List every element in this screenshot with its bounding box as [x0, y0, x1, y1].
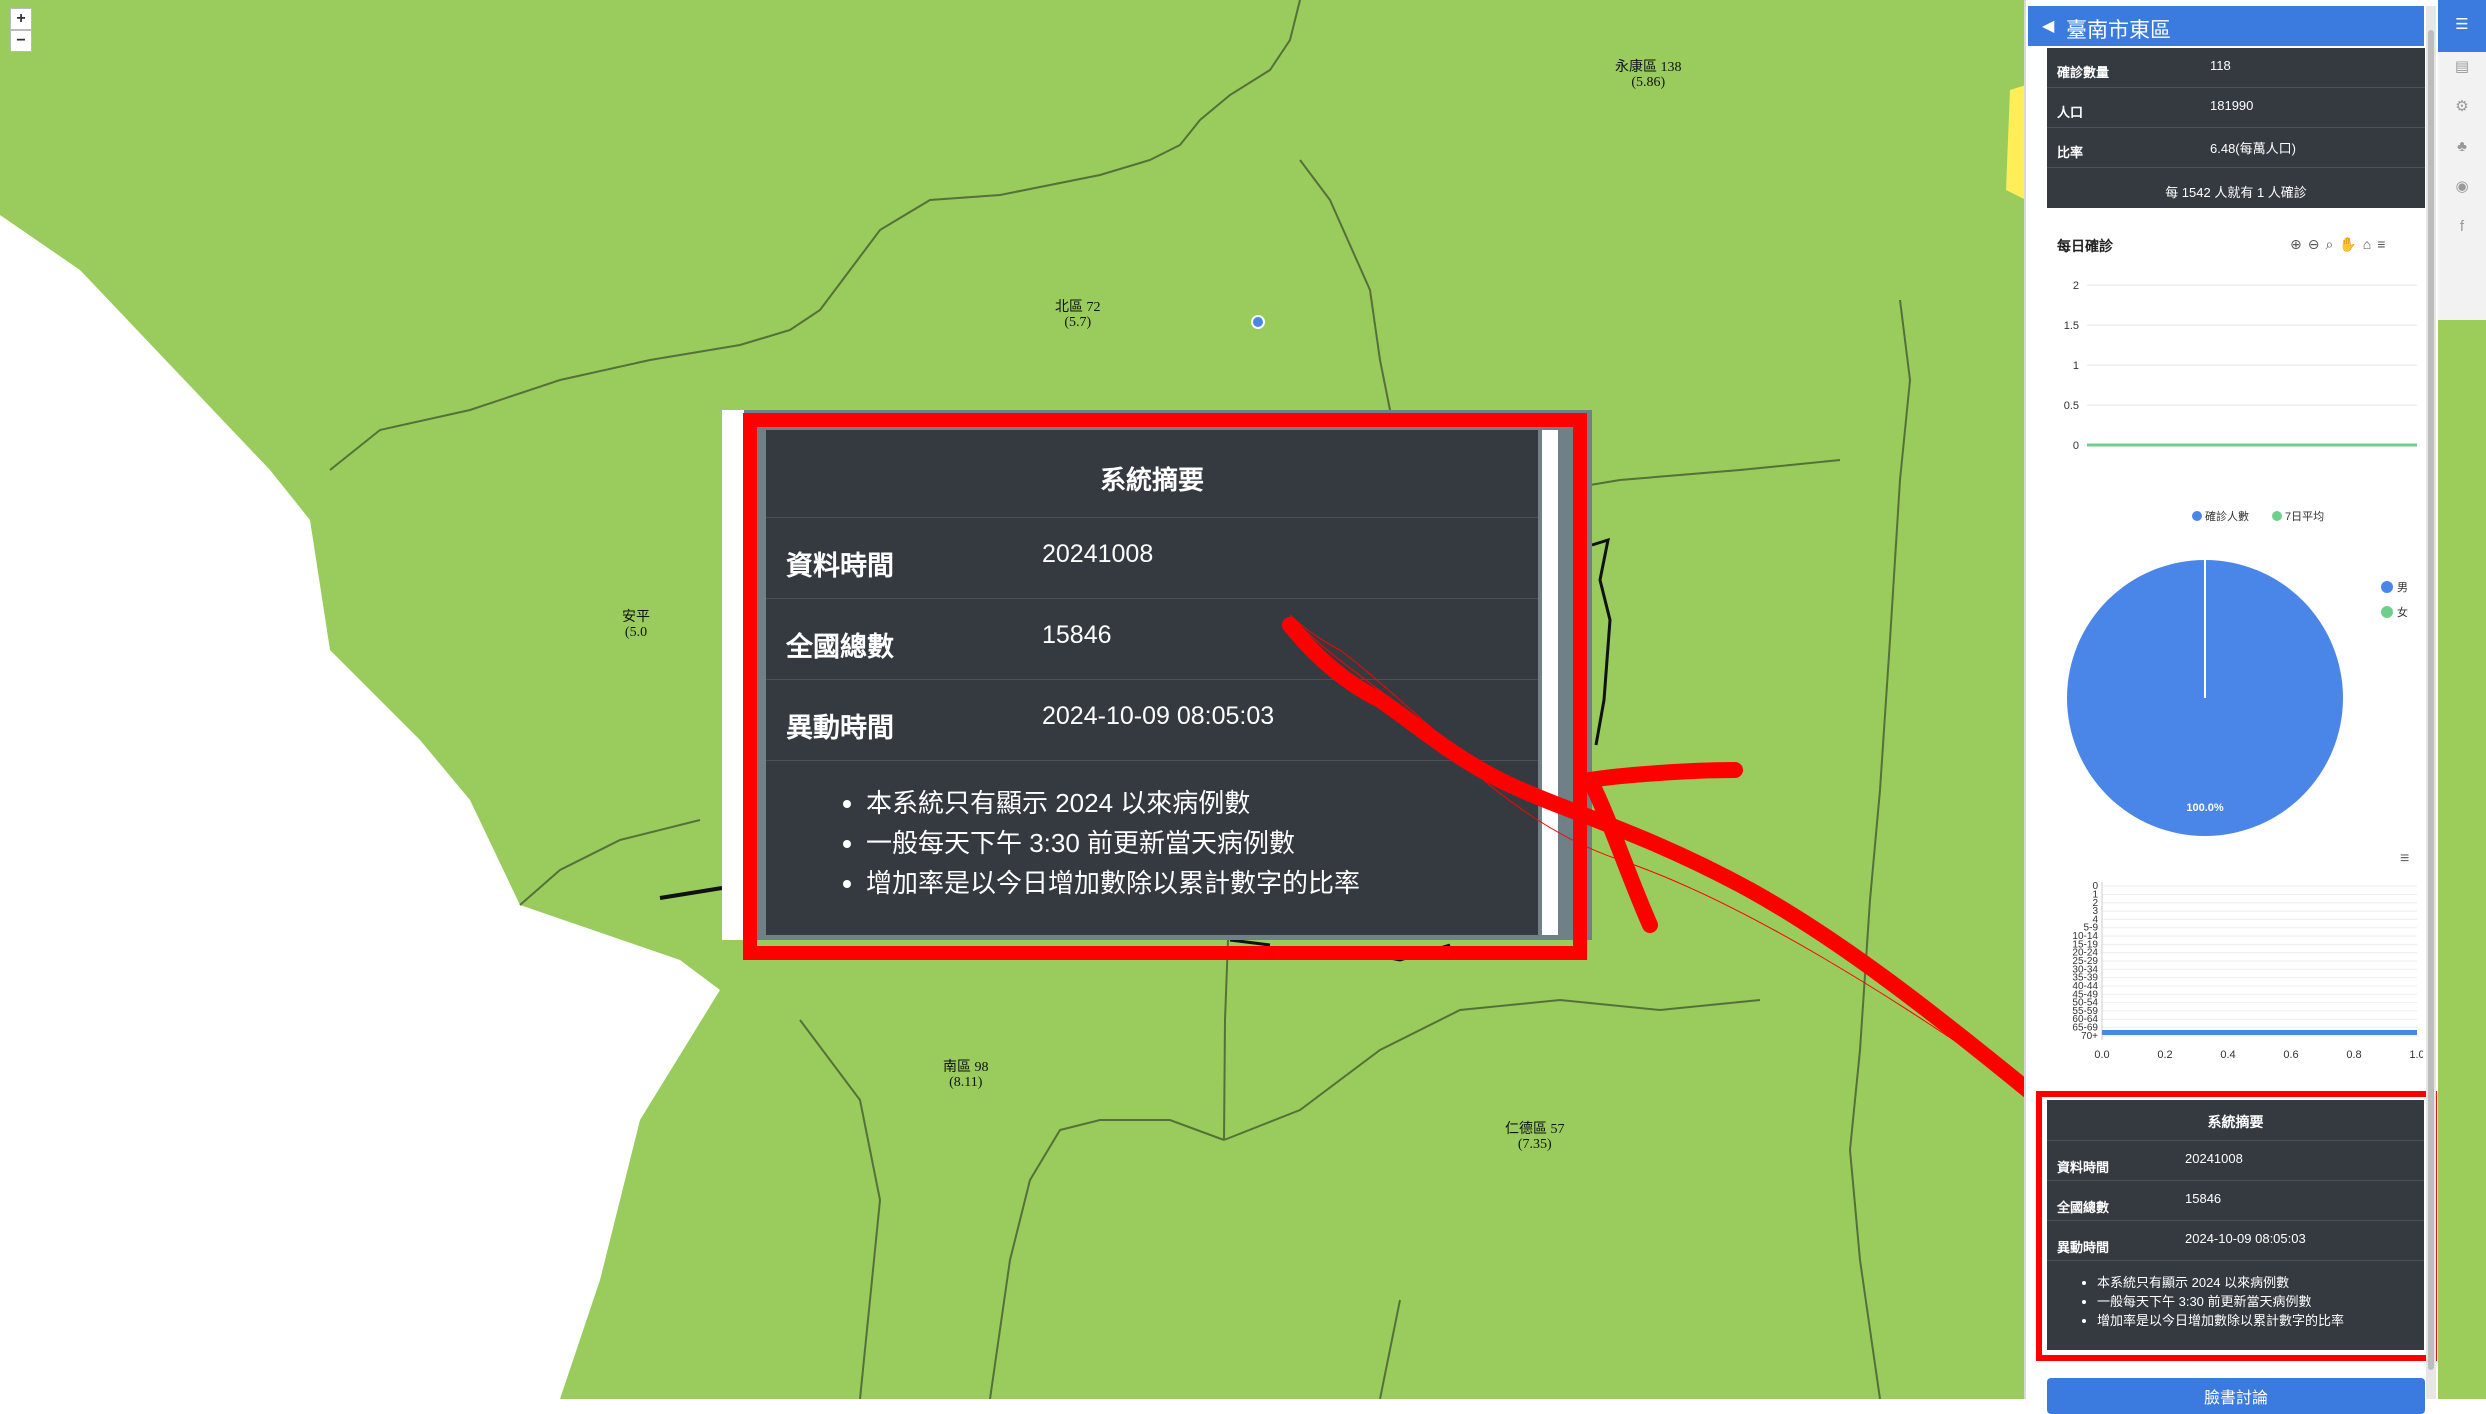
zoom-in-button[interactable]: +: [10, 8, 32, 30]
y-tick-label: 1: [2073, 360, 2079, 372]
y-tick-label: 0.5: [2064, 400, 2079, 412]
x-tick-label: 0.4: [2220, 1049, 2235, 1061]
menu-icon[interactable]: ☰: [2451, 14, 2473, 36]
age-chart-menu-icon[interactable]: ≡: [2400, 850, 2409, 868]
district-stats-table: 確診數量 118 人口 181990 比率 6.48(每萬人口) 每 1542 …: [2047, 48, 2425, 208]
zoom-in-icon[interactable]: ⊕: [2290, 236, 2308, 252]
magnify-icon[interactable]: ⌕: [2325, 236, 2339, 252]
facebook-discussion-button[interactable]: 臉書討論: [2047, 1378, 2425, 1414]
github-icon[interactable]: ◉: [2451, 176, 2473, 198]
facebook-icon[interactable]: f: [2451, 216, 2473, 238]
sidebar-scroll-thumb[interactable]: [2428, 30, 2434, 1370]
location-marker[interactable]: [1251, 315, 1265, 329]
highlight-frame-large: [743, 413, 1587, 960]
x-tick-label: 0.6: [2283, 1049, 2298, 1061]
callout-edge: [722, 410, 744, 940]
legend-label: 男: [2397, 582, 2408, 594]
gear-icon[interactable]: ⚙: [2451, 96, 2473, 118]
y-tick-label: 2: [2073, 280, 2079, 292]
legend-label: 女: [2397, 605, 2408, 619]
pan-icon[interactable]: ✋: [2339, 236, 2362, 252]
stats-value: 181990: [2210, 98, 2254, 113]
x-tick-label: 1.0: [2409, 1049, 2423, 1061]
ratio-text: 每 1542 人就有 1 人確診: [2165, 185, 2307, 200]
x-tick-label: 0.2: [2157, 1049, 2172, 1061]
slice-label: 100.0%: [2186, 802, 2224, 814]
legend-marker: [2272, 511, 2282, 521]
zoom-out-button[interactable]: −: [10, 30, 32, 52]
y-tick-label: 0: [2073, 440, 2079, 452]
chart-toolbar[interactable]: ⊕⊖⌕✋⌂≡: [2290, 236, 2391, 253]
legend-marker: [2381, 581, 2393, 593]
daily-chart-title: 每日確診: [2057, 238, 2113, 254]
map-label-rende[interactable]: 仁德區 57 (7.35): [1505, 1122, 1565, 1152]
menu-icon[interactable]: ≡: [2377, 236, 2391, 252]
age-bar-chart[interactable]: 012345-910-1415-1920-2425-2930-3435-3940…: [2047, 870, 2423, 1075]
daily-cases-chart[interactable]: 0 0.5 1 1.5 2 確診人數 7日平均: [2047, 265, 2423, 535]
stats-row: 確診數量 118: [2047, 48, 2425, 88]
map-label-south[interactable]: 南區 98 (8.11): [943, 1060, 989, 1090]
legend-label: 確診人數: [2205, 509, 2249, 523]
stats-key: 比率: [2057, 145, 2084, 160]
category-label: 70+: [2081, 1031, 2098, 1042]
back-arrow-icon[interactable]: ◀: [2042, 16, 2054, 36]
highlight-frame-small: [2036, 1091, 2437, 1361]
y-tick-label: 1.5: [2064, 320, 2079, 332]
stats-value: 6.48(每萬人口): [2210, 141, 2296, 156]
gender-pie-chart[interactable]: 100.0% 男女: [2047, 545, 2423, 845]
book-icon[interactable]: ▤: [2451, 56, 2473, 78]
stats-value: 118: [2210, 58, 2231, 73]
map-edge-strip: [2438, 320, 2486, 1399]
bar: [2102, 1030, 2417, 1035]
stats-row: 比率 6.48(每萬人口): [2047, 128, 2425, 168]
x-tick-label: 0.0: [2094, 1049, 2109, 1061]
sidebar-header[interactable]: ◀ 臺南市東區: [2028, 6, 2424, 46]
x-tick-label: 0.8: [2346, 1049, 2361, 1061]
zoom-out-icon[interactable]: ⊖: [2308, 236, 2326, 252]
map-label-anping[interactable]: 安平 (5.0: [622, 610, 650, 640]
stats-key: 人口: [2057, 105, 2084, 120]
legend-marker: [2381, 606, 2393, 618]
sidebar-title: 臺南市東區: [2066, 19, 2171, 42]
legend-marker: [2192, 511, 2202, 521]
map-label-north[interactable]: 北區 72 (5.7): [1055, 300, 1101, 330]
legend-label: 7日平均: [2285, 510, 2324, 523]
tree-icon[interactable]: ♣: [2451, 136, 2473, 158]
stats-key: 確診數量: [2057, 65, 2110, 80]
stats-row: 人口 181990: [2047, 88, 2425, 128]
home-icon[interactable]: ⌂: [2363, 236, 2377, 252]
map-label-yongkang[interactable]: 永康區 138 (5.86): [1615, 60, 1682, 90]
